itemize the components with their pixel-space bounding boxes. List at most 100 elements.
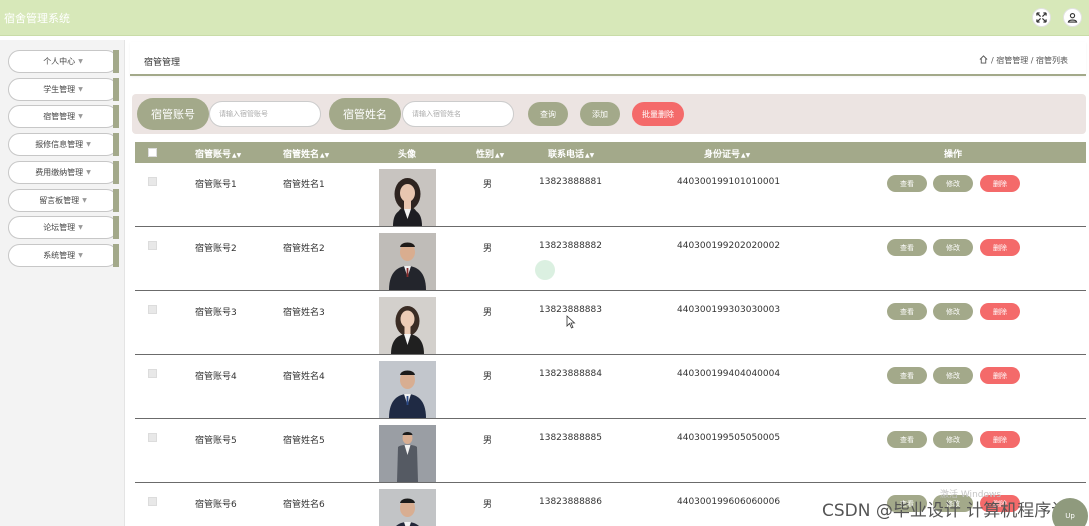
chevron-down-icon: ▼ <box>78 113 83 120</box>
fullscreen-icon[interactable] <box>1032 8 1051 27</box>
chevron-down-icon: ▼ <box>82 197 87 204</box>
table-row: 宿管账号1 宿管姓名1 男 13823888881 44030019910101… <box>135 163 1086 227</box>
cell-id-number: 440300199202020002 <box>677 241 781 251</box>
cell-phone: 13823888885 <box>539 433 602 443</box>
edit-button[interactable]: 修改 <box>933 239 973 256</box>
csdn-watermark: CSDN @毕业设计 计算机程序设计 <box>822 501 1086 521</box>
sidebar-item-label: 论坛管理 <box>43 223 76 232</box>
home-icon[interactable] <box>979 55 988 66</box>
sidebar-item-label: 宿管管理 <box>43 112 76 121</box>
view-button[interactable]: 查看 <box>887 175 927 192</box>
view-button[interactable]: 查看 <box>887 303 927 320</box>
table-row: 宿管账号3 宿管姓名3 男 13823888883 44030019930303… <box>135 291 1086 355</box>
header-id-number-label: 身份证号 <box>704 150 741 160</box>
row-checkbox[interactable] <box>148 369 157 378</box>
row-checkbox[interactable] <box>148 241 157 250</box>
view-button[interactable]: 查看 <box>887 239 927 256</box>
row-checkbox[interactable] <box>148 433 157 442</box>
cell-phone: 13823888886 <box>539 497 602 507</box>
user-icon[interactable] <box>1063 8 1082 27</box>
sidebar-item-label: 留言板管理 <box>39 196 80 205</box>
cell-phone: 13823888884 <box>539 369 602 379</box>
header-photo: 头像 <box>398 150 417 160</box>
header-id-number[interactable]: 身份证号▲▼ <box>704 147 750 160</box>
sidebar-item-forum[interactable]: 论坛管理 ▼ <box>8 216 119 239</box>
account-search-input[interactable]: 请输入宿管账号 <box>209 101 321 127</box>
sidebar-item-label: 系统管理 <box>43 251 76 260</box>
table-header: 宿管账号▲▼ 宿管姓名▲▼ 头像 性别▲▼ 联系电话▲▼ 身份证号▲▼ 操作 <box>135 142 1086 163</box>
sidebar-item-message-board[interactable]: 留言板管理 ▼ <box>8 189 119 212</box>
app-title: 宿舍管理系统 <box>4 12 70 25</box>
chevron-down-icon: ▼ <box>78 86 83 93</box>
row-checkbox[interactable] <box>148 305 157 314</box>
header-gender[interactable]: 性别▲▼ <box>476 147 504 160</box>
cell-name: 宿管姓名6 <box>283 500 325 510</box>
header-name[interactable]: 宿管姓名▲▼ <box>283 147 329 160</box>
name-search-input[interactable]: 请输入宿管姓名 <box>402 101 514 127</box>
header-actions: 操作 <box>944 150 963 160</box>
sidebar-item-students[interactable]: 学生管理 ▼ <box>8 78 119 101</box>
sidebar-item-personal-center[interactable]: 个人中心 ▼ <box>8 50 119 73</box>
dorm-manager-table: 宿管账号▲▼ 宿管姓名▲▼ 头像 性别▲▼ 联系电话▲▼ 身份证号▲▼ 操作 宿… <box>135 142 1086 526</box>
sort-icon: ▲▼ <box>320 152 330 159</box>
sidebar-item-repairs[interactable]: 报修信息管理 ▼ <box>8 133 119 156</box>
cell-name: 宿管姓名4 <box>283 372 325 382</box>
cell-phone: 13823888883 <box>539 305 602 315</box>
edit-button[interactable]: 修改 <box>933 303 973 320</box>
cell-id-number: 440300199505050005 <box>677 433 781 443</box>
query-button[interactable]: 查询 <box>528 102 568 126</box>
cell-phone: 13823888882 <box>539 241 602 251</box>
header-phone-label: 联系电话 <box>548 150 585 160</box>
header-account[interactable]: 宿管账号▲▼ <box>195 147 241 160</box>
sort-icon: ▲▼ <box>232 152 242 159</box>
sidebar-item-accent <box>113 216 119 239</box>
header-account-label: 宿管账号 <box>195 150 232 160</box>
back-to-top-button[interactable]: Up <box>1052 498 1088 526</box>
cell-gender: 男 <box>483 372 493 382</box>
sidebar-item-label: 报修信息管理 <box>35 140 84 149</box>
breadcrumb-path: / 宿管管理 / 宿管列表 <box>979 55 1068 66</box>
avatar <box>379 489 436 526</box>
cell-id-number: 440300199404040004 <box>677 369 781 379</box>
chevron-down-icon: ▼ <box>78 224 83 231</box>
cell-id-number: 440300199303030003 <box>677 305 781 315</box>
edit-button[interactable]: 修改 <box>933 175 973 192</box>
view-button[interactable]: 查看 <box>887 367 927 384</box>
delete-button[interactable]: 删除 <box>980 239 1020 256</box>
sidebar-item-label: 个人中心 <box>43 57 76 66</box>
sidebar-item-accent <box>113 78 119 101</box>
sidebar-item-accent <box>113 244 119 267</box>
table-row: 宿管账号5 宿管姓名5 男 13823888885 44030019950505… <box>135 419 1086 483</box>
delete-button[interactable]: 删除 <box>980 175 1020 192</box>
sidebar-item-system[interactable]: 系统管理 ▼ <box>8 244 119 267</box>
header-phone[interactable]: 联系电话▲▼ <box>548 147 594 160</box>
cell-name: 宿管姓名5 <box>283 436 325 446</box>
row-checkbox[interactable] <box>148 497 157 506</box>
sidebar-item-dorm-managers[interactable]: 宿管管理 ▼ <box>8 105 119 128</box>
breadcrumb: 宿管管理 / 宿管管理 / 宿管列表 <box>130 42 1086 76</box>
chevron-down-icon: ▼ <box>78 252 83 259</box>
sidebar-item-accent <box>113 105 119 128</box>
delete-button[interactable]: 删除 <box>980 367 1020 384</box>
select-all-checkbox[interactable] <box>148 148 157 157</box>
table-row: 宿管账号4 宿管姓名4 男 13823888884 44030019940404… <box>135 355 1086 419</box>
sidebar-item-accent <box>113 189 119 212</box>
cell-account: 宿管账号1 <box>195 180 237 190</box>
header-gender-label: 性别 <box>476 150 495 160</box>
mouse-cursor-icon <box>566 315 576 329</box>
batch-delete-button[interactable]: 批量删除 <box>632 102 684 126</box>
cell-account: 宿管账号2 <box>195 244 237 254</box>
delete-button[interactable]: 删除 <box>980 303 1020 320</box>
add-button[interactable]: 添加 <box>580 102 620 126</box>
view-button[interactable]: 查看 <box>887 431 927 448</box>
table-row: 宿管账号2 宿管姓名2 男 13823888882 44030019920202… <box>135 227 1086 291</box>
sidebar-item-fees[interactable]: 费用缴纳管理 ▼ <box>8 161 119 184</box>
sidebar: 个人中心 ▼ 学生管理 ▼ 宿管管理 ▼ 报修信息管理 ▼ 费用缴纳管理 ▼ 留言板管理 ▼… <box>0 40 125 526</box>
edit-button[interactable]: 修改 <box>933 431 973 448</box>
edit-button[interactable]: 修改 <box>933 367 973 384</box>
row-checkbox[interactable] <box>148 177 157 186</box>
avatar <box>379 361 436 418</box>
delete-button[interactable]: 删除 <box>980 431 1020 448</box>
cell-id-number: 440300199101010001 <box>677 177 781 187</box>
chevron-down-icon: ▼ <box>86 169 91 176</box>
